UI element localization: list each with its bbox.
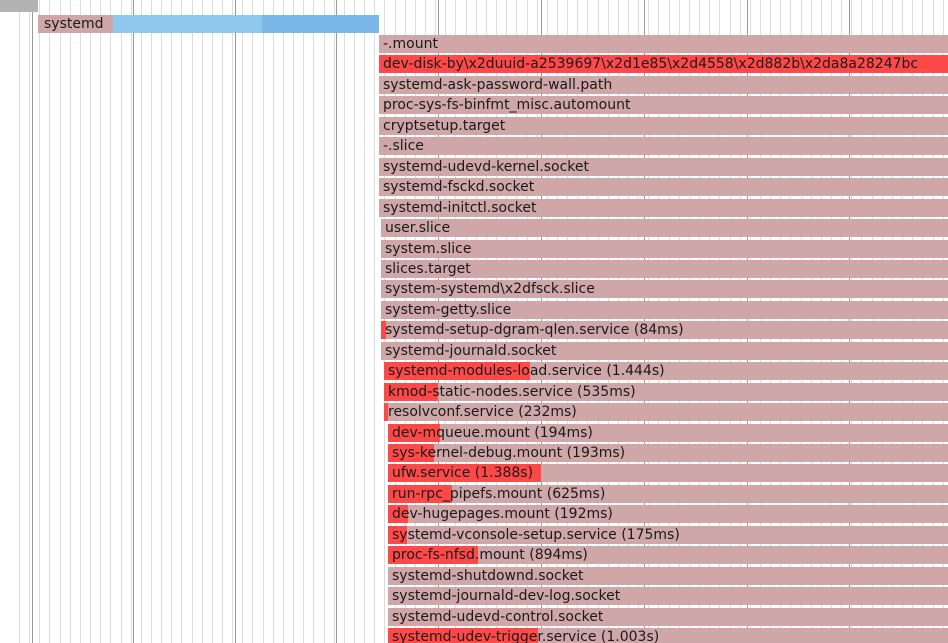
unit-row: system.slice (0, 240, 948, 258)
unit-row: slices.target (0, 260, 948, 278)
unit-row: -.mount (0, 35, 948, 53)
unit-row: systemd-initctl.socket (0, 199, 948, 217)
unit-label: kmod-static-nodes.service (535ms) (388, 384, 636, 400)
unit-label: system.slice (385, 241, 472, 257)
unit-row: run-rpc_pipefs.mount (625ms) (0, 485, 948, 503)
kernel-segment-light (113, 15, 262, 33)
unit-row: system-systemd\x2dfsck.slice (0, 280, 948, 298)
unit-label: system-getty.slice (385, 302, 512, 318)
unit-bar (381, 219, 948, 237)
unit-row: dev-disk-by\x2duuid-a2539697\x2d1e85\x2d… (0, 55, 948, 73)
unit-row: system-getty.slice (0, 301, 948, 319)
corner-box (0, 0, 38, 12)
unit-label: systemd-ask-password-wall.path (383, 77, 613, 93)
unit-label: cryptsetup.target (383, 118, 506, 134)
unit-label: resolvconf.service (232ms) (388, 404, 577, 420)
unit-row: sys-kernel-debug.mount (193ms) (0, 444, 948, 462)
unit-label: systemd-setup-dgram-qlen.service (84ms) (385, 322, 684, 338)
unit-label: systemd-shutdownd.socket (392, 568, 584, 584)
unit-row: systemd-udevd-kernel.socket (0, 158, 948, 176)
unit-label: dev-hugepages.mount (192ms) (392, 506, 613, 522)
unit-row: kmod-static-nodes.service (535ms) (0, 383, 948, 401)
unit-row: proc-sys-fs-binfmt_misc.automount (0, 96, 948, 114)
unit-label: dev-mqueue.mount (194ms) (392, 425, 593, 441)
unit-row: systemd-ask-password-wall.path (0, 76, 948, 94)
unit-row: systemd-udev-trigger.service (1.003s) (0, 628, 948, 643)
unit-row: proc-fs-nfsd.mount (894ms) (0, 546, 948, 564)
unit-row: user.slice (0, 219, 948, 237)
kernel-label: systemd (44, 16, 104, 32)
unit-row: systemd-vconsole-setup.service (175ms) (0, 526, 948, 544)
unit-label: slices.target (385, 261, 471, 277)
unit-label: systemd-journald.socket (385, 343, 557, 359)
unit-label: proc-sys-fs-binfmt_misc.automount (383, 97, 631, 113)
unit-row: systemd-setup-dgram-qlen.service (84ms) (0, 321, 948, 339)
unit-row: ufw.service (1.388s) (0, 464, 948, 482)
unit-label: systemd-vconsole-setup.service (175ms) (392, 527, 680, 543)
unit-row: cryptsetup.target (0, 117, 948, 135)
unit-label: systemd-udevd-control.socket (392, 609, 604, 625)
kernel-bar: systemd (38, 15, 379, 33)
unit-bar (379, 35, 948, 53)
unit-row: systemd-modules-load.service (1.444s) (0, 362, 948, 380)
unit-row: systemd-udevd-control.socket (0, 608, 948, 626)
unit-row: -.slice (0, 137, 948, 155)
unit-row: systemd-journald.socket (0, 342, 948, 360)
unit-label: -.mount (383, 36, 438, 52)
unit-bar (379, 137, 948, 155)
unit-label: user.slice (385, 220, 451, 236)
unit-label: dev-disk-by\x2duuid-a2539697\x2d1e85\x2d… (383, 56, 919, 72)
unit-row: resolvconf.service (232ms) (0, 403, 948, 421)
unit-label: systemd-fsckd.socket (383, 179, 535, 195)
kernel-segment-mid (262, 15, 379, 33)
bootchart-canvas: systemd -.mount dev-disk-by\x2duuid-a2539… (0, 0, 948, 643)
unit-label: proc-fs-nfsd.mount (894ms) (392, 547, 588, 563)
unit-row: dev-hugepages.mount (192ms) (0, 505, 948, 523)
unit-row: systemd-fsckd.socket (0, 178, 948, 196)
unit-row: systemd-shutdownd.socket (0, 567, 948, 585)
unit-label: ufw.service (1.388s) (392, 465, 534, 481)
unit-label: systemd-initctl.socket (383, 200, 537, 216)
unit-label: -.slice (383, 138, 424, 154)
unit-row: dev-mqueue.mount (194ms) (0, 424, 948, 442)
unit-label: systemd-modules-load.service (1.444s) (388, 363, 665, 379)
unit-label: systemd-journald-dev-log.socket (392, 588, 621, 604)
unit-label: sys-kernel-debug.mount (193ms) (392, 445, 626, 461)
unit-label: run-rpc_pipefs.mount (625ms) (392, 486, 606, 502)
unit-label: systemd-udev-trigger.service (1.003s) (392, 629, 660, 643)
unit-label: systemd-udevd-kernel.socket (383, 159, 589, 175)
unit-label: system-systemd\x2dfsck.slice (385, 281, 595, 297)
unit-row: systemd-journald-dev-log.socket (0, 587, 948, 605)
